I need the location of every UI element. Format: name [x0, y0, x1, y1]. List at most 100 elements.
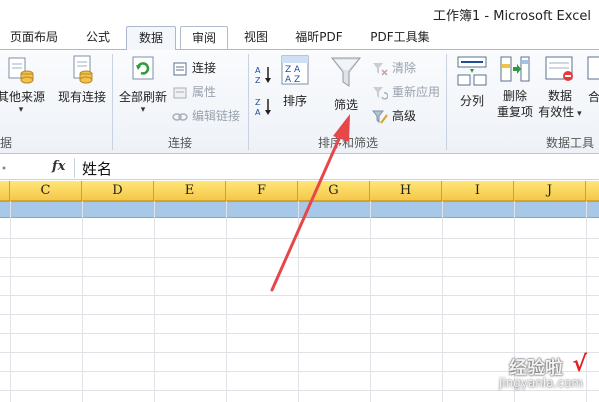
other-sources-label: 其他来源 [0, 90, 45, 104]
properties-button[interactable]: 属性 [172, 82, 216, 102]
row-line [0, 352, 599, 353]
sort-descending-button[interactable]: Z A [254, 96, 276, 120]
column-header-partial[interactable] [0, 181, 10, 201]
name-box-dropdown-icon[interactable] [2, 162, 10, 174]
clear-filter-button[interactable]: 清除 [372, 58, 416, 78]
row-line [0, 314, 599, 315]
edit-links-button[interactable]: 编辑链接 [172, 106, 240, 126]
column-line [82, 201, 83, 402]
divider [74, 158, 75, 178]
group-label-connections: 连接 [168, 136, 193, 150]
sort-label: 排序 [282, 94, 307, 108]
dropdown-caret-icon: ▾ [140, 105, 146, 115]
edit-links-icon [172, 112, 188, 121]
existing-connections-label: 现有连接 [57, 90, 106, 104]
formula-input[interactable]: 姓名 [82, 158, 112, 179]
selected-row[interactable] [0, 201, 599, 218]
text-to-columns-button[interactable]: 分列 [452, 54, 492, 109]
clear-label: 清除 [392, 61, 417, 75]
advanced-label: 高级 [392, 109, 417, 123]
row-line [0, 333, 599, 334]
data-validation-icon [545, 56, 573, 81]
refresh-all-button[interactable]: 全部刷新 ▾ [118, 54, 168, 115]
column-line [226, 201, 227, 402]
advanced-filter-button[interactable]: 高级 [372, 106, 416, 126]
data-validation-label-2: 有效性 ▾ [538, 105, 582, 119]
title-bar: 工作簿1 - Microsoft Excel [0, 0, 599, 26]
column-header-g[interactable]: G [298, 181, 370, 201]
sort-ascending-button[interactable]: A Z [254, 64, 276, 88]
text-to-columns-label: 分列 [459, 94, 484, 108]
tab-pdf-tools[interactable]: PDF工具集 [362, 26, 438, 50]
column-header-e[interactable]: E [154, 181, 226, 201]
ribbon: 其他来源 ▾ 现有连接 据 全部刷新 ▾ 连接 属性 编辑链接 连接 A Z Z… [0, 50, 599, 154]
row-line [0, 257, 599, 258]
column-line [10, 201, 11, 402]
refresh-icon [132, 56, 154, 80]
tab-view[interactable]: 视图 [234, 26, 278, 50]
group-label-sort-filter: 排序和筛选 [318, 136, 379, 150]
data-validation-label-1: 数据 [547, 89, 572, 103]
group-label-data-tools: 数据工具 [546, 136, 595, 150]
window-title: 工作簿1 - Microsoft Excel [433, 9, 591, 24]
properties-icon [173, 87, 187, 98]
dropdown-caret-icon: ▾ [18, 105, 24, 115]
clear-filter-icon [373, 62, 388, 76]
insert-function-icon[interactable]: fx [52, 159, 65, 174]
sort-button[interactable]: Z A A Z 排序 [278, 54, 312, 109]
column-headers: C D E F G H I J [0, 181, 599, 201]
reapply-button[interactable]: 重新应用 [372, 82, 440, 102]
watermark: 经验啦 √ jingyanla.com [441, 352, 591, 394]
tab-page-layout[interactable]: 页面布局 [2, 26, 66, 50]
column-header-partial[interactable] [586, 181, 599, 201]
filter-label: 筛选 [333, 98, 358, 112]
tab-data[interactable]: 数据 [126, 26, 176, 51]
existing-connections-icon [73, 55, 93, 84]
group-separator [446, 54, 447, 150]
consolidate-icon [587, 56, 599, 80]
filter-funnel-icon [330, 57, 362, 87]
group-label-get-data: 据 [0, 136, 13, 150]
connections-icon [173, 62, 187, 75]
column-line [154, 201, 155, 402]
ribbon-tabs: 页面布局 公式 数据 审阅 视图 福昕PDF PDF工具集 [0, 26, 599, 51]
remove-duplicates-label-2: 重复项 [496, 105, 533, 119]
properties-label: 属性 [192, 85, 217, 99]
tab-foxit-pdf[interactable]: 福昕PDF [284, 26, 354, 50]
group-separator [248, 54, 249, 150]
remove-duplicates-button[interactable]: 删除 重复项 [494, 54, 536, 120]
column-line [298, 201, 299, 402]
row-line [0, 238, 599, 239]
column-header-f[interactable]: F [226, 181, 298, 201]
svg-text:Z: Z [255, 76, 261, 85]
consolidate-button[interactable]: 合 [584, 54, 599, 105]
tab-formulas[interactable]: 公式 [72, 26, 124, 50]
column-header-h[interactable]: H [370, 181, 442, 201]
connections-button[interactable]: 连接 [172, 58, 216, 78]
connections-label: 连接 [192, 61, 217, 75]
tab-review[interactable]: 审阅 [180, 26, 228, 50]
row-line [0, 295, 599, 296]
sort-az-icon: A Z [255, 66, 271, 85]
formula-bar: fx 姓名 [0, 156, 599, 180]
text-to-columns-icon [457, 56, 487, 86]
svg-text:Z: Z [255, 98, 261, 107]
watermark-check-icon: √ [572, 352, 587, 377]
column-header-j[interactable]: J [514, 181, 586, 201]
sort-dialog-icon: Z A A Z [281, 55, 309, 85]
svg-text:A: A [255, 108, 261, 117]
watermark-url: jingyanla.com [498, 376, 583, 390]
svg-text:Z A: Z A [285, 65, 301, 75]
advanced-filter-icon [372, 110, 388, 124]
other-sources-button[interactable]: 其他来源 ▾ [0, 54, 46, 115]
refresh-all-label: 全部刷新 [118, 90, 167, 104]
data-validation-button[interactable]: 数据 有效性 ▾ [538, 54, 582, 122]
dropdown-caret-icon: ▾ [574, 109, 582, 119]
column-header-i[interactable]: I [442, 181, 514, 201]
other-sources-icon [8, 57, 34, 84]
existing-connections-button[interactable]: 现有连接 [56, 54, 108, 105]
reapply-label: 重新应用 [392, 85, 441, 99]
filter-button[interactable]: 筛选 [326, 54, 366, 113]
column-header-d[interactable]: D [82, 181, 154, 201]
column-header-c[interactable]: C [10, 181, 82, 201]
